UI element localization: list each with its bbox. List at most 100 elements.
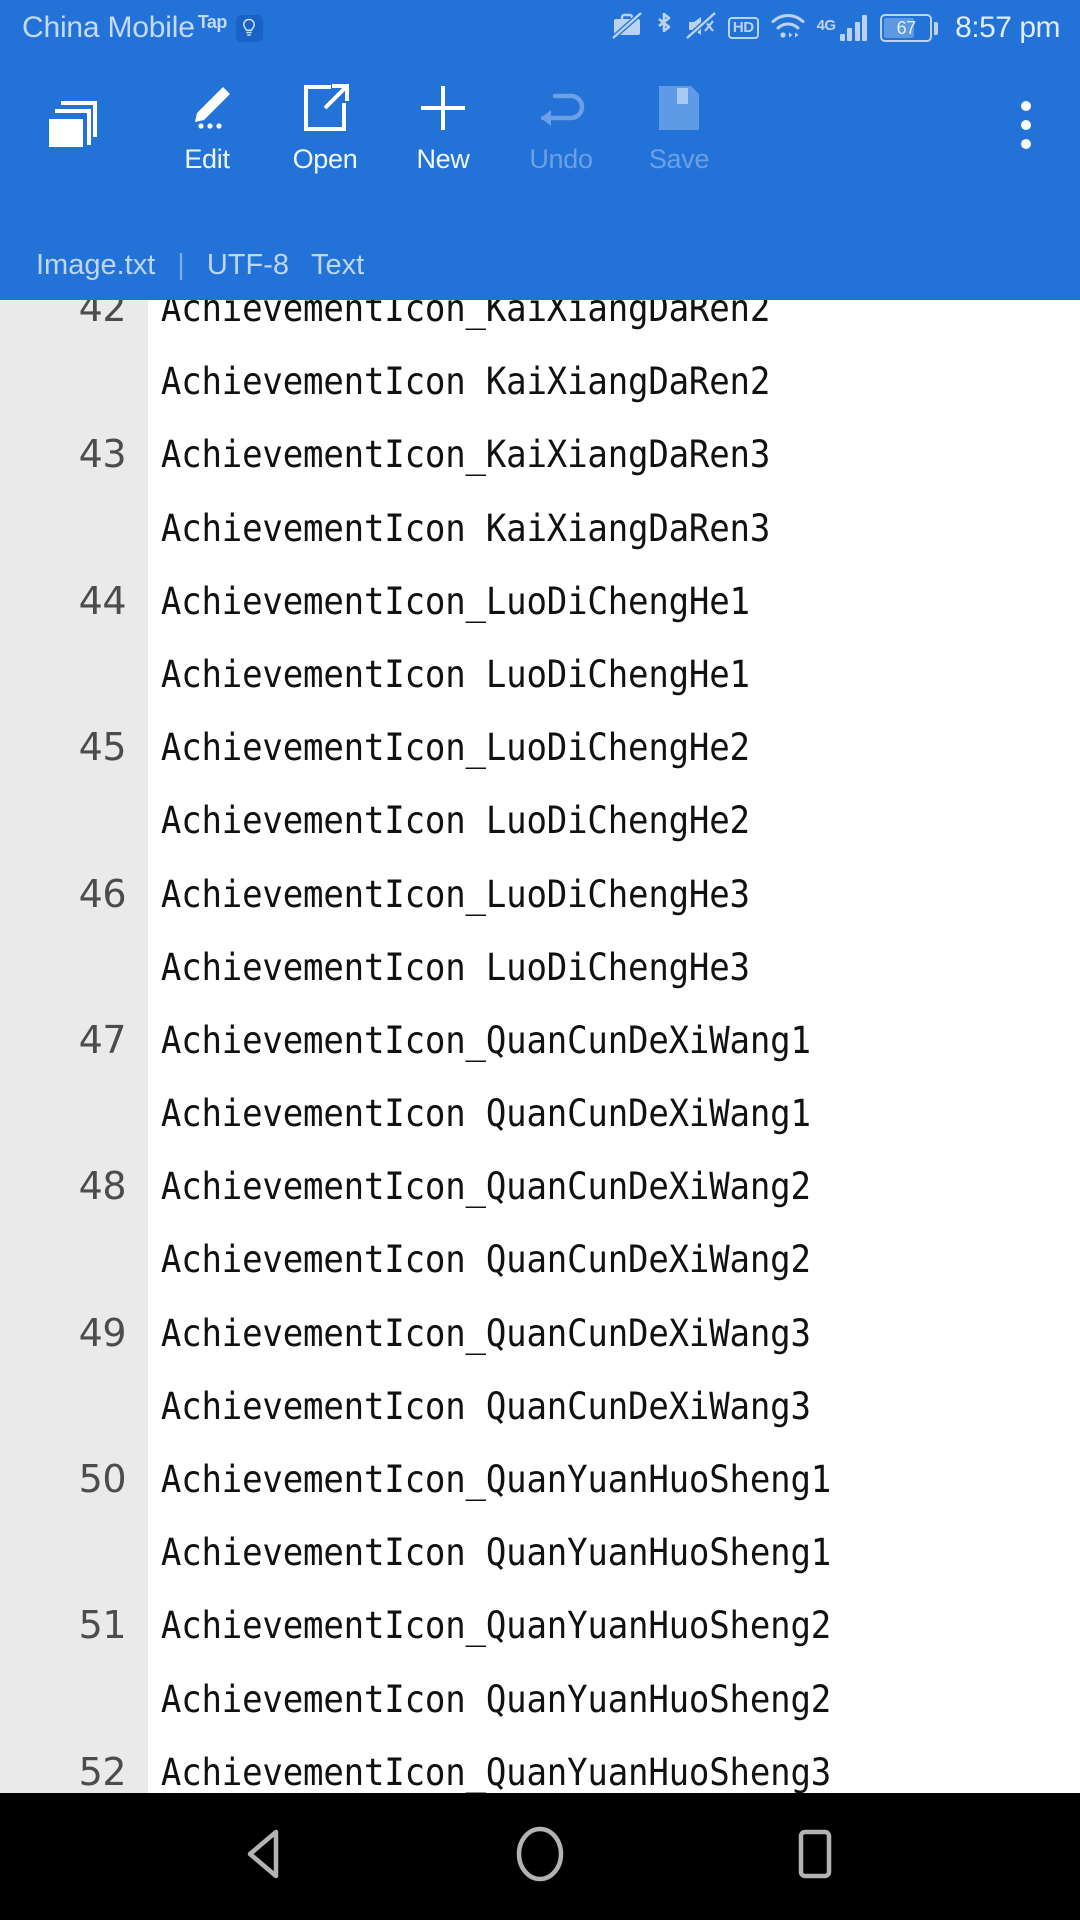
home-circle-icon bbox=[515, 1825, 565, 1888]
recents-square-icon bbox=[793, 1827, 837, 1886]
hd-icon: HD bbox=[727, 17, 759, 39]
recents-button[interactable] bbox=[770, 1812, 860, 1902]
undo-arrow-icon bbox=[533, 77, 589, 139]
line-text[interactable]: AchievementIcon_QuanYuanHuoSheng3 bbox=[148, 1736, 1005, 1793]
line-text[interactable]: AchievementIcon LuoDiChengHe2 bbox=[148, 784, 1005, 857]
code-line[interactable]: 50 AchievementIcon_QuanYuanHuoSheng1 bbox=[0, 1443, 1080, 1516]
new-button-label: New bbox=[416, 143, 470, 174]
line-text[interactable]: AchievementIcon_QuanYuanHuoSheng1 bbox=[148, 1443, 1005, 1516]
back-button[interactable] bbox=[220, 1812, 310, 1902]
line-text[interactable]: AchievementIcon LuoDiChengHe1 bbox=[148, 638, 1005, 711]
carrier-name: China Mobile bbox=[22, 11, 195, 44]
line-number: 47 bbox=[78, 1017, 127, 1062]
line-text[interactable]: AchievementIcon KaiXiangDaRen2 bbox=[148, 345, 1005, 418]
line-number: 51 bbox=[78, 1603, 127, 1648]
bluetooth-icon bbox=[654, 11, 674, 46]
line-text[interactable]: AchievementIcon_QuanCunDeXiWang1 bbox=[148, 1004, 1005, 1077]
line-number: 49 bbox=[78, 1310, 127, 1355]
line-text[interactable]: AchievementIcon QuanCunDeXiWang3 bbox=[148, 1370, 1005, 1443]
line-number: 50 bbox=[78, 1457, 127, 1501]
save-button[interactable]: Save bbox=[620, 56, 738, 193]
work-profile-off-icon bbox=[611, 10, 643, 46]
code-line[interactable]: AchievementIcon QuanCunDeXiWang2 bbox=[0, 1223, 1080, 1296]
line-number: 45 bbox=[78, 725, 127, 770]
app-toolbar: Edit Open New Undo Save bbox=[0, 56, 1080, 193]
code-line[interactable]: 42 AchievementIcon_KaiXiangDaRen2 bbox=[0, 300, 1080, 345]
code-line[interactable]: 51 AchievementIcon_QuanYuanHuoSheng2 bbox=[0, 1589, 1080, 1662]
plus-icon bbox=[417, 77, 469, 139]
new-button[interactable]: New bbox=[384, 56, 502, 193]
line-text[interactable]: AchievementIcon QuanYuanHuoSheng1 bbox=[148, 1516, 1005, 1589]
pencil-icon bbox=[179, 77, 235, 139]
code-line[interactable]: 47 AchievementIcon_QuanCunDeXiWang1 bbox=[0, 1004, 1080, 1077]
line-text[interactable]: AchievementIcon_LuoDiChengHe2 bbox=[148, 711, 1005, 784]
document-stack-icon bbox=[45, 56, 103, 193]
line-text[interactable]: AchievementIcon_QuanCunDeXiWang3 bbox=[148, 1297, 1005, 1370]
line-number: 42 bbox=[78, 300, 127, 330]
code-line[interactable]: 45 AchievementIcon_LuoDiChengHe2 bbox=[0, 711, 1080, 784]
edit-button[interactable]: Edit bbox=[148, 56, 266, 193]
line-text[interactable]: AchievementIcon QuanCunDeXiWang2 bbox=[148, 1223, 1005, 1296]
undo-button[interactable]: Undo bbox=[502, 56, 620, 193]
battery-percent: 67 bbox=[896, 17, 917, 38]
save-button-label: Save bbox=[648, 143, 710, 174]
floppy-disk-icon bbox=[655, 77, 703, 139]
android-navigation-bar bbox=[0, 1793, 1080, 1920]
code-line[interactable]: AchievementIcon KaiXiangDaRen3 bbox=[0, 492, 1080, 565]
file-info-separator: | bbox=[177, 249, 185, 281]
battery-indicator: 67 bbox=[880, 14, 939, 42]
line-text[interactable]: AchievementIcon_LuoDiChengHe3 bbox=[148, 858, 1005, 931]
carrier-suffix: Tap bbox=[197, 11, 228, 32]
code-content[interactable]: 42 AchievementIcon_KaiXiangDaRen2 Achievem… bbox=[0, 300, 1080, 1793]
back-triangle-icon bbox=[242, 1828, 288, 1885]
status-bar: China Mobile Tap HD 4G 67 8:57 pm bbox=[0, 0, 1080, 56]
line-text[interactable]: AchievementIcon QuanCunDeXiWang1 bbox=[148, 1077, 1005, 1150]
lightbulb-icon bbox=[235, 14, 263, 42]
line-number: 48 bbox=[78, 1164, 127, 1209]
line-text[interactable]: AchievementIcon LuoDiChengHe3 bbox=[148, 931, 1005, 1004]
code-line[interactable]: 49 AchievementIcon_QuanCunDeXiWang3 bbox=[0, 1297, 1080, 1370]
code-line[interactable]: AchievementIcon QuanCunDeXiWang1 bbox=[0, 1077, 1080, 1150]
carrier-group: China Mobile Tap bbox=[22, 11, 263, 45]
line-number: 43 bbox=[78, 432, 127, 477]
text-editor-area[interactable]: 42 AchievementIcon_KaiXiangDaRen2 Achievem… bbox=[0, 300, 1080, 1793]
silent-mode-icon bbox=[685, 10, 717, 46]
line-number: 52 bbox=[78, 1749, 127, 1793]
line-text[interactable]: AchievementIcon QuanYuanHuoSheng2 bbox=[148, 1663, 1005, 1736]
line-number: 44 bbox=[78, 578, 127, 623]
line-text[interactable]: AchievementIcon KaiXiangDaRen3 bbox=[148, 492, 1005, 565]
undo-button-label: Undo bbox=[529, 143, 593, 174]
line-text[interactable]: AchievementIcon_LuoDiChengHe1 bbox=[148, 565, 1005, 638]
line-text[interactable]: AchievementIcon_KaiXiangDaRen2 bbox=[148, 300, 1005, 345]
kebab-menu-icon bbox=[1021, 100, 1031, 149]
code-line[interactable]: AchievementIcon LuoDiChengHe1 bbox=[0, 638, 1080, 711]
line-text[interactable]: AchievementIcon_KaiXiangDaRen3 bbox=[148, 418, 1005, 491]
edit-button-label: Edit bbox=[184, 143, 230, 174]
network-type-label: 4G bbox=[816, 16, 837, 34]
document-tabs-button[interactable] bbox=[0, 56, 148, 193]
home-button[interactable] bbox=[495, 1812, 585, 1902]
status-clock: 8:57 pm bbox=[955, 11, 1060, 44]
open-button-label: Open bbox=[292, 143, 358, 174]
code-line[interactable]: 52 AchievementIcon_QuanYuanHuoSheng3 bbox=[0, 1736, 1080, 1793]
code-line[interactable]: 43 AchievementIcon_KaiXiangDaRen3 bbox=[0, 418, 1080, 491]
code-line[interactable]: 48 AchievementIcon_QuanCunDeXiWang2 bbox=[0, 1150, 1080, 1223]
line-text[interactable]: AchievementIcon_QuanCunDeXiWang2 bbox=[148, 1150, 1005, 1223]
code-line[interactable]: AchievementIcon QuanYuanHuoSheng2 bbox=[0, 1663, 1080, 1736]
code-line[interactable]: AchievementIcon QuanCunDeXiWang3 bbox=[0, 1370, 1080, 1443]
file-type: Text bbox=[311, 249, 365, 281]
status-icons: HD 4G 67 8:57 pm bbox=[611, 10, 1060, 46]
mobile-signal-icon bbox=[839, 15, 868, 41]
open-button[interactable]: Open bbox=[266, 56, 384, 193]
line-text[interactable]: AchievementIcon_QuanYuanHuoSheng2 bbox=[148, 1589, 1005, 1662]
code-line[interactable]: 46 AchievementIcon_LuoDiChengHe3 bbox=[0, 858, 1080, 931]
code-line[interactable]: AchievementIcon LuoDiChengHe3 bbox=[0, 931, 1080, 1004]
code-line[interactable]: AchievementIcon LuoDiChengHe2 bbox=[0, 784, 1080, 857]
code-line[interactable]: 44 AchievementIcon_LuoDiChengHe1 bbox=[0, 565, 1080, 638]
code-line[interactable]: AchievementIcon QuanYuanHuoSheng1 bbox=[0, 1516, 1080, 1589]
overflow-menu-button[interactable] bbox=[972, 56, 1080, 193]
file-encoding: UTF-8 bbox=[206, 249, 289, 281]
line-number: 46 bbox=[78, 871, 127, 916]
code-line[interactable]: AchievementIcon KaiXiangDaRen2 bbox=[0, 345, 1080, 418]
wifi-icon bbox=[770, 11, 806, 46]
